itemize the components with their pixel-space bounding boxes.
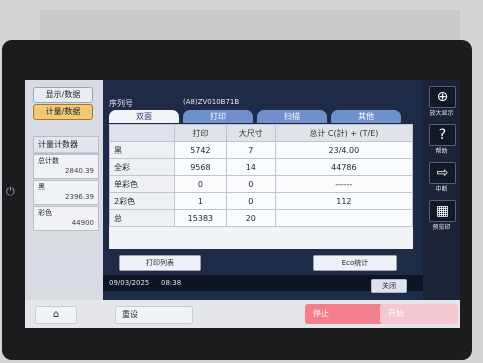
interrupt-label: 中断 — [435, 186, 448, 193]
table-row: 全彩 9568 14 44786 — [109, 158, 414, 176]
right-panel: ⊕ 放大显示 ? 帮助 ⇨ 中断 ▦ 预览印 — [423, 80, 460, 300]
cell: 7 — [225, 141, 276, 159]
cell: 0 — [225, 192, 276, 210]
serial-value: (A8)ZV010B71B — [183, 98, 240, 106]
table-row: 2彩色 1 0 112 — [109, 192, 414, 210]
reset-button[interactable]: 重设 — [115, 306, 193, 324]
interrupt-icon[interactable]: ⇨ — [429, 162, 456, 184]
tab-other[interactable]: 其他 — [331, 110, 401, 123]
table-row: 总 15383 20 — [109, 209, 414, 227]
row-label: 全彩 — [109, 158, 175, 176]
meter-data-button[interactable]: 计量/数据 — [33, 104, 93, 120]
tab-duplex[interactable]: 双面 — [109, 110, 179, 123]
meter-counter-box: 计量计数器 — [33, 136, 99, 154]
zoom-icon[interactable]: ⊕ — [429, 86, 456, 108]
table-row: 单彩色 0 0 ------ — [109, 175, 414, 193]
home-icon[interactable]: ⌂ — [35, 306, 77, 324]
cell: 112 — [274, 192, 414, 210]
meter-counter-title: 计量计数器 — [34, 137, 98, 153]
table-header: 打印 — [174, 124, 227, 142]
cell: 0 — [174, 175, 227, 193]
meter-total-label: 总计数 — [38, 157, 59, 165]
power-icon[interactable]: ⏻ — [6, 185, 20, 199]
left-panel: 显示/数据 计量/数据 计量计数器 总计数 2840.39 黑 2396.39 … — [25, 80, 103, 300]
table-header-row: 打印 大尺寸 总计 C(計) + (T/E) — [109, 124, 414, 142]
table-header — [109, 124, 175, 142]
cell: 0 — [225, 175, 276, 193]
serial-label: 序列号 — [109, 99, 133, 108]
table-header: 大尺寸 — [225, 124, 276, 142]
meter-black-value: 2396.39 — [65, 193, 94, 201]
bottom-bar: ⌂ 重设 停止 开始 — [25, 300, 460, 328]
device-top-edge — [40, 10, 460, 40]
cell: 9568 — [174, 158, 227, 176]
preview-label: 预览印 — [432, 224, 451, 231]
print-list-button[interactable]: 打印列表 — [119, 255, 201, 271]
meter-color-label: 彩色 — [38, 209, 52, 217]
eco-stats-button[interactable]: Eco统计 — [313, 255, 397, 271]
table-row: 黑 5742 7 23/4.00 — [109, 141, 414, 159]
cell: 1 — [174, 192, 227, 210]
help-icon[interactable]: ? — [429, 124, 456, 146]
counter-table: 打印 大尺寸 总计 C(計) + (T/E) 黑 5742 7 23/4.00 … — [109, 124, 414, 249]
row-label: 总 — [109, 209, 175, 227]
close-button[interactable]: 关闭 — [371, 279, 407, 293]
meter-total-value: 2840.39 — [65, 167, 94, 175]
tab-print[interactable]: 打印 — [183, 110, 253, 123]
zoom-label: 放大显示 — [429, 110, 454, 117]
screen: 显示/数据 计量/数据 计量计数器 总计数 2840.39 黑 2396.39 … — [25, 80, 460, 300]
tab-scan[interactable]: 扫描 — [257, 110, 327, 123]
meter-black-label: 黑 — [38, 183, 45, 191]
meter-total-box: 总计数 2840.39 — [33, 154, 99, 179]
preview-icon[interactable]: ▦ — [429, 200, 456, 222]
cell: 44786 — [274, 158, 414, 176]
cell — [274, 209, 414, 227]
main-panel: 序列号 (A8)ZV010B71B 双面 打印 扫描 其他 打印 大尺寸 总计 … — [103, 80, 423, 300]
stop-button[interactable]: 停止 — [305, 304, 383, 324]
start-button[interactable]: 开始 — [380, 304, 458, 324]
table-header: 总计 C(計) + (T/E) — [274, 124, 414, 142]
row-label: 单彩色 — [109, 175, 175, 193]
cell: 15383 — [174, 209, 227, 227]
meter-color-box: 彩色 44900 — [33, 206, 99, 231]
cell: 23/4.00 — [274, 141, 414, 159]
cell: 20 — [225, 209, 276, 227]
status-date: 09/03/2025 — [109, 279, 150, 287]
cell: 5742 — [174, 141, 227, 159]
meter-color-value: 44900 — [71, 219, 94, 227]
row-label: 黑 — [109, 141, 175, 159]
meter-black-box: 黑 2396.39 — [33, 180, 99, 205]
tab-bar: 双面 打印 扫描 其他 — [109, 110, 421, 124]
help-label: 帮助 — [435, 148, 448, 155]
cell: ------ — [274, 175, 414, 193]
row-label: 2彩色 — [109, 192, 175, 210]
status-time: 08:38 — [161, 279, 182, 287]
cell: 14 — [225, 158, 276, 176]
display-data-button[interactable]: 显示/数据 — [33, 87, 93, 103]
